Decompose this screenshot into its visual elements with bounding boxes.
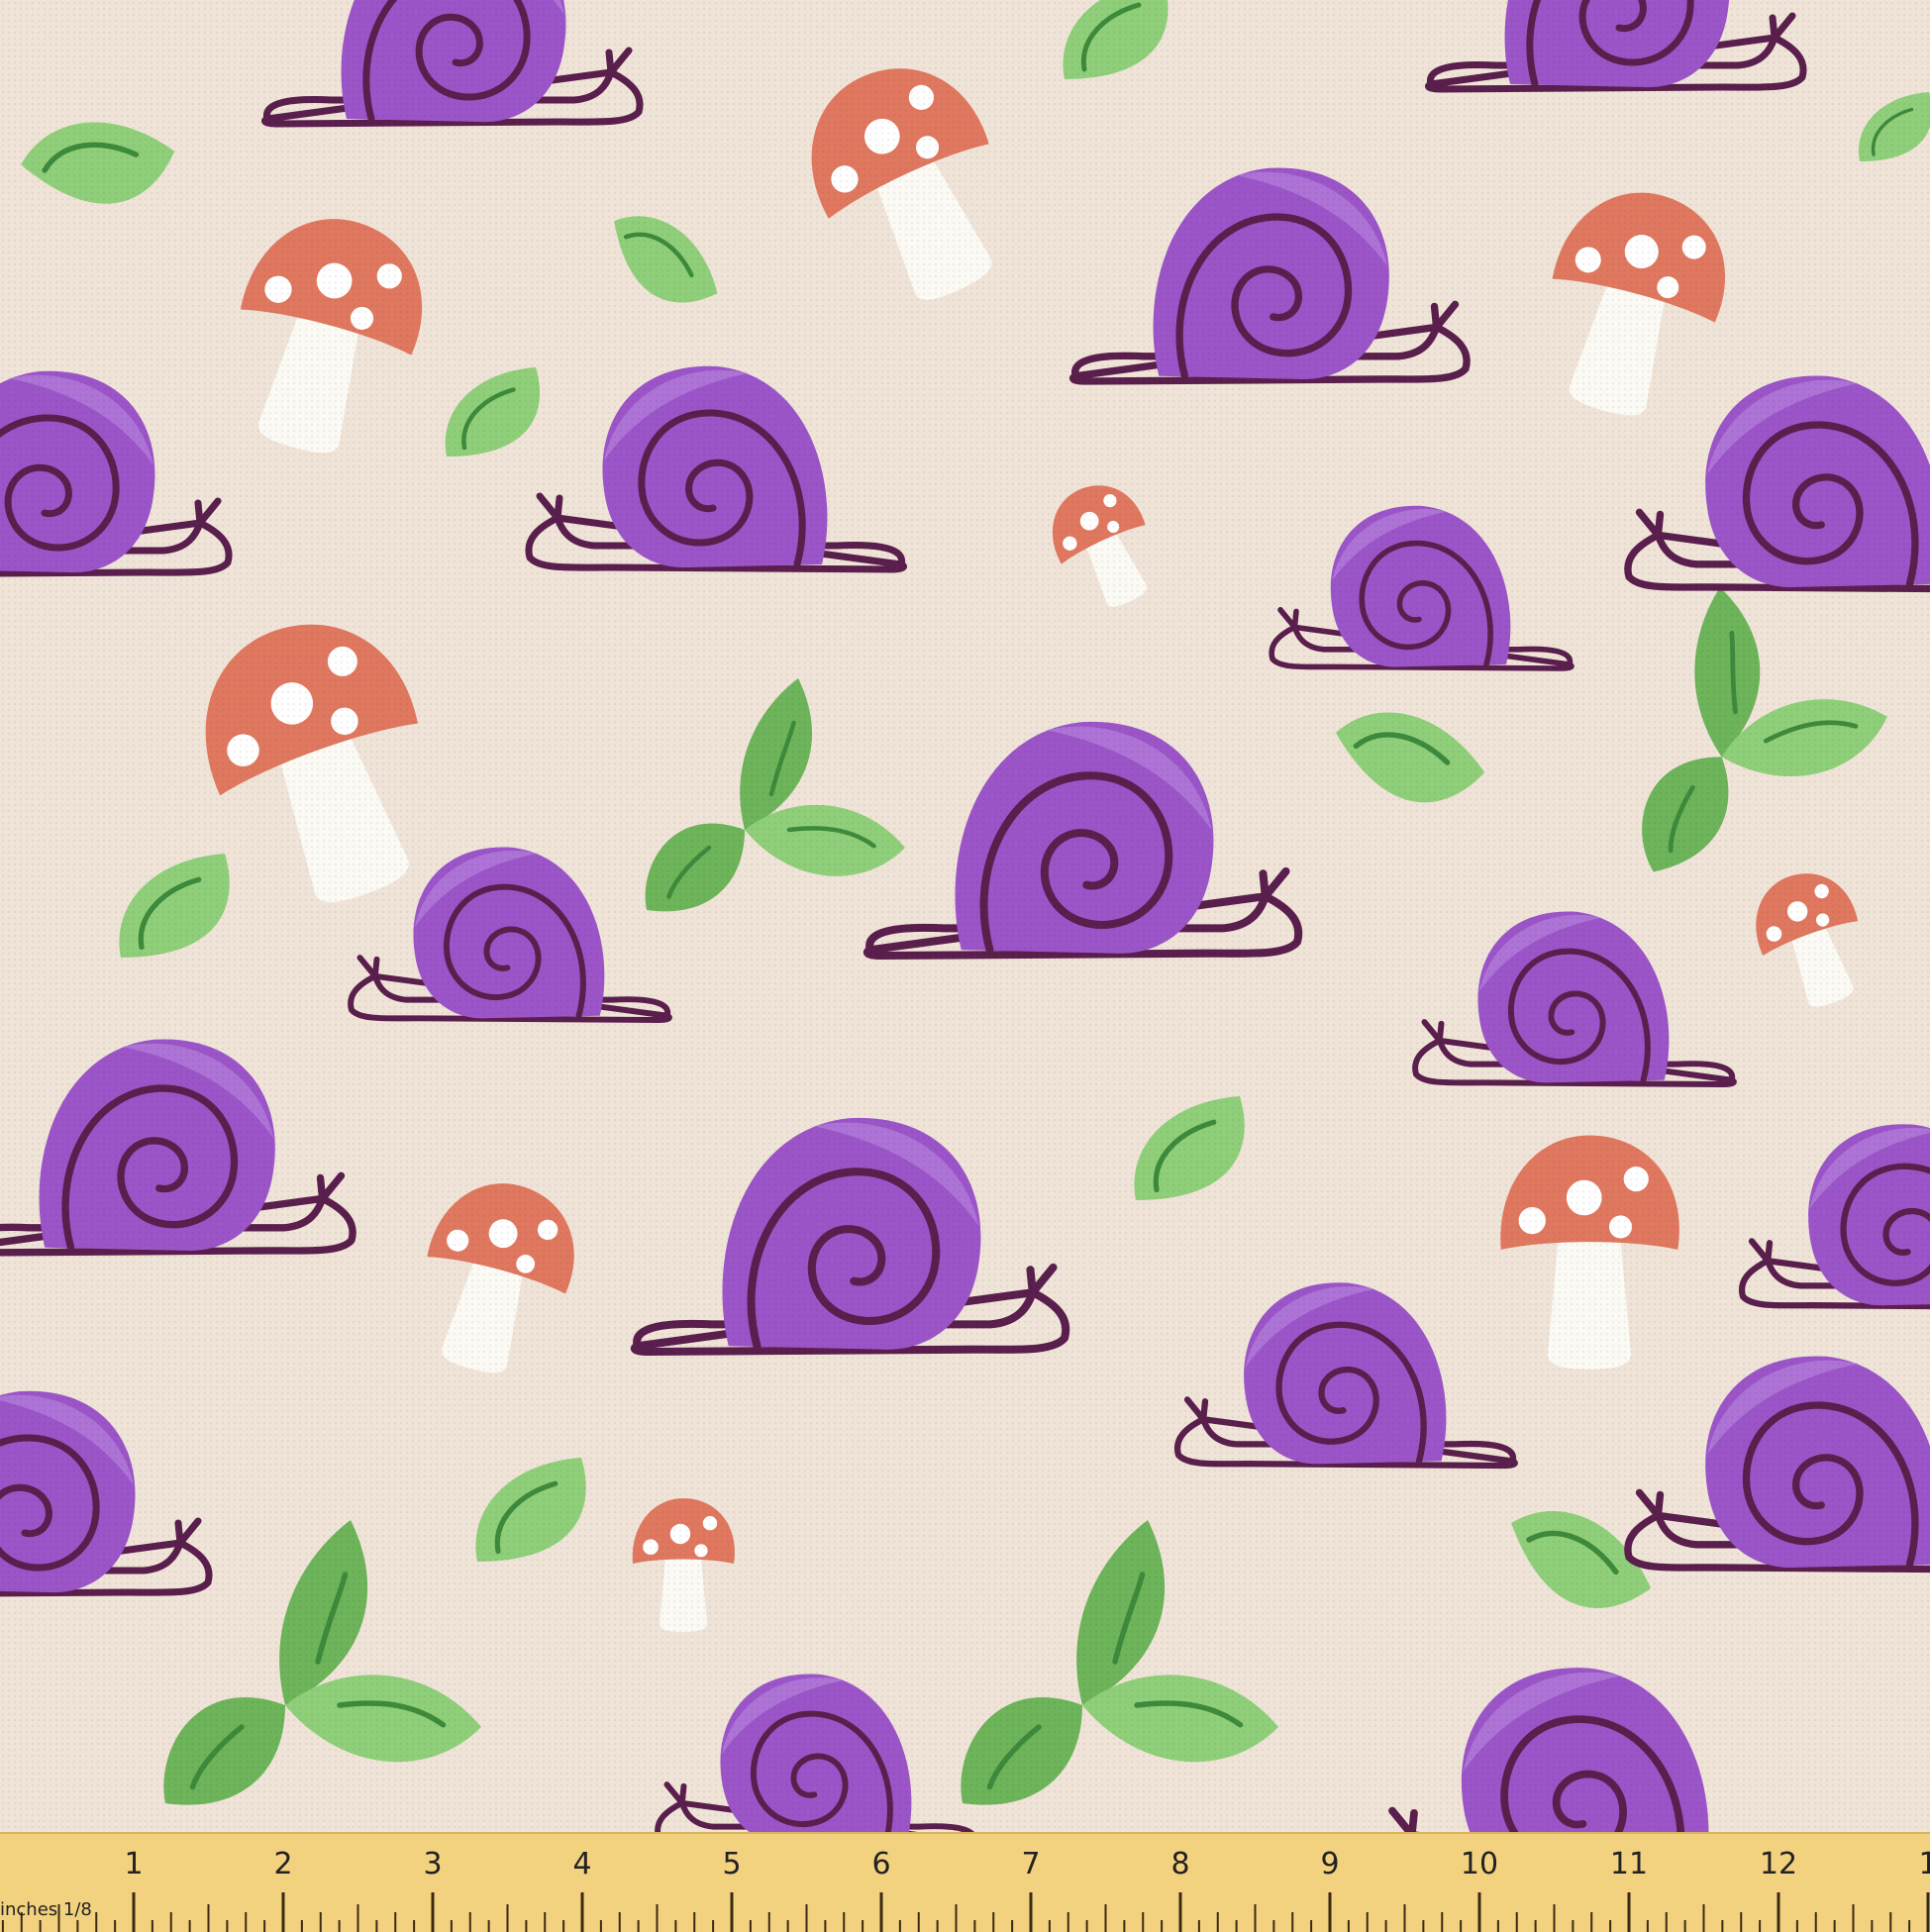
ruler-number: 8: [1170, 1847, 1189, 1881]
ruler-number: 3: [423, 1847, 442, 1881]
ruler-number: 11: [1610, 1847, 1648, 1881]
ruler: 1 2 3 4 5 6 7 8 9 10 11 12 1 inches 1/8: [0, 1832, 1930, 1932]
fabric-pattern: [0, 0, 1930, 1930]
ruler-number: 2: [273, 1847, 292, 1881]
ruler-unit-label: inches 1/8: [0, 1899, 92, 1920]
ruler-number: 4: [572, 1847, 591, 1881]
ruler-number: 12: [1760, 1847, 1797, 1881]
ruler-number: 7: [1021, 1847, 1040, 1881]
ruler-ticks: 1 2 3 4 5 6 7 8 9 10 11 12 1: [1, 1847, 1930, 1932]
fabric-weave-texture: [0, 0, 1930, 1930]
ruler-number: 10: [1461, 1847, 1498, 1881]
ruler-number: 9: [1320, 1847, 1339, 1881]
ruler-number: 1: [124, 1847, 143, 1881]
ruler-number: 1: [1918, 1847, 1930, 1881]
ruler-number: 6: [871, 1847, 890, 1881]
ruler-number: 5: [722, 1847, 741, 1881]
